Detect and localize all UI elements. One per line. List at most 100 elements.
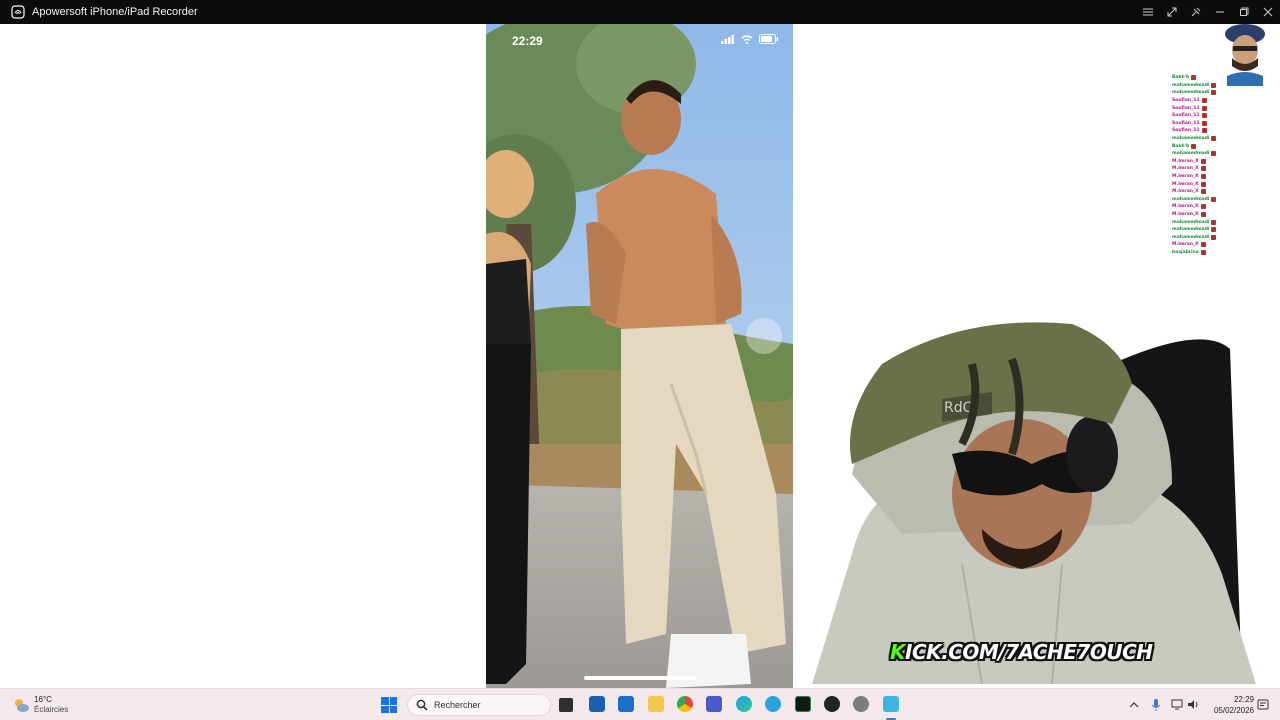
battery-icon (759, 34, 778, 44)
chat-username: mohamedmadi (1172, 82, 1210, 88)
terminal-icon[interactable] (795, 696, 811, 712)
weather-description: Éclaircies (34, 705, 69, 714)
windows-start-icon[interactable] (381, 697, 397, 713)
emote-icon (1211, 151, 1217, 157)
chat-username: Soufian_11 (1172, 128, 1200, 134)
chat-username: Soufian_11 (1172, 120, 1200, 126)
chat-message: bosjabrina (1172, 249, 1272, 257)
emote-icon (1200, 211, 1206, 217)
emote-icon (1200, 242, 1206, 248)
chat-username: M.Imran_X (1172, 181, 1199, 187)
chat-message: Soufian_11 (1172, 120, 1272, 128)
cellular-signal-icon (721, 34, 734, 44)
chat-username: M.Imran_X (1172, 204, 1199, 210)
chat-message: mohamedmadi (1172, 226, 1272, 234)
search-icon (416, 699, 428, 711)
channel-banner: KICK.COM/7ACHE7OUCH (890, 640, 1153, 664)
chat-message: M.Imran_X (1172, 203, 1272, 211)
settings-gear-icon[interactable] (853, 696, 869, 712)
recorder-icon (11, 5, 25, 19)
chat-message: M.Imran_X (1172, 165, 1272, 173)
stream-chat: Bakh'b mohamedmadi mohamedmadi Soufian_11 So… (1172, 74, 1272, 256)
chat-username: mohamedmadi (1172, 227, 1210, 233)
chat-message: M.Imran_X (1172, 241, 1272, 249)
window-title: Apowersoft iPhone/iPad Recorder (32, 6, 198, 18)
phone-clock: 22:29 (512, 34, 543, 48)
emote-icon (1200, 189, 1206, 195)
chat-message: mohamedmadi (1172, 233, 1272, 241)
emote-icon (1200, 174, 1206, 180)
telegram-icon[interactable] (765, 696, 781, 712)
emote-icon (1211, 90, 1217, 96)
chat-username: Soufian_11 (1172, 113, 1200, 119)
network-icon[interactable] (1171, 699, 1183, 710)
obs-icon[interactable] (824, 696, 840, 712)
chat-username: M.Imran_X (1172, 166, 1199, 172)
calculator-icon[interactable] (589, 696, 605, 712)
chat-message: Soufian_11 (1172, 112, 1272, 120)
taskbar: 16°C Éclaircies Rechercher 22:29 05/02/2… (0, 688, 1280, 720)
taskbar-clock[interactable]: 22:29 05/02/2026 (1206, 694, 1254, 716)
chat-message: M.Imran_X (1172, 173, 1272, 181)
fullscreen-icon[interactable] (1160, 0, 1184, 24)
edge-icon[interactable] (736, 696, 752, 712)
teams-icon[interactable] (706, 696, 722, 712)
title-bar: Apowersoft iPhone/iPad Recorder (0, 0, 1280, 24)
emote-icon (1200, 181, 1206, 187)
clock-date: 05/02/2026 (1213, 706, 1254, 715)
recorder-canvas: 22:29 Bakh'b mohamedmadi mohamedmadi Sou… (0, 24, 1280, 688)
emote-icon (1191, 143, 1197, 149)
pin-icon[interactable] (1184, 0, 1208, 24)
emote-icon (1211, 234, 1217, 240)
emote-icon (1211, 227, 1217, 233)
emote-icon (1200, 158, 1206, 164)
taskbar-search[interactable]: Rechercher (407, 694, 551, 716)
chat-message: mohamedmadi (1172, 82, 1272, 90)
chat-message: Bakh'b (1172, 142, 1272, 150)
list-icon[interactable] (1136, 0, 1160, 24)
chat-username: M.Imran_X (1172, 211, 1199, 217)
task-view-icon[interactable] (559, 698, 573, 712)
emote-icon (1201, 105, 1207, 111)
emote-icon (1200, 204, 1206, 210)
emote-icon (1201, 98, 1207, 104)
chat-username: M.Imran_X (1172, 242, 1199, 248)
chat-username: M.Imran_X (1172, 174, 1199, 180)
chrome-icon[interactable] (677, 696, 693, 712)
weather-temperature: 16°C (34, 695, 52, 704)
webcam-feed: RdC (812, 322, 1256, 684)
video-frame (486, 24, 793, 688)
chat-username: bosjabrina (1172, 249, 1199, 255)
emote-icon (1200, 249, 1206, 255)
chevron-up-icon[interactable] (1129, 700, 1139, 710)
emote-icon (1211, 219, 1217, 225)
emote-icon (1211, 136, 1217, 142)
weather-widget[interactable]: 16°C Éclaircies (12, 695, 68, 715)
outlook-icon[interactable] (618, 696, 634, 712)
clock-time: 22:29 (1233, 695, 1254, 704)
chat-username: mohamedmadi (1172, 136, 1210, 142)
chat-message: mohamedmadi (1172, 218, 1272, 226)
recorder-taskbar-icon[interactable] (883, 696, 899, 712)
chat-message: M.Imran_X (1172, 211, 1272, 219)
chat-username: Soufian_11 (1172, 98, 1200, 104)
chat-message: M.Imran_X (1172, 188, 1272, 196)
microphone-icon[interactable] (1151, 698, 1161, 712)
search-placeholder: Rechercher (434, 700, 481, 710)
emote-icon (1201, 128, 1207, 134)
volume-icon[interactable] (1187, 699, 1199, 710)
chat-message: Bakh'b (1172, 74, 1272, 82)
chat-message: mohamedmadi (1172, 89, 1272, 97)
emote-icon (1191, 75, 1197, 81)
chat-username: mohamedmadi (1172, 90, 1210, 96)
notification-icon[interactable] (1257, 699, 1269, 711)
chat-message: M.Imran_X (1172, 180, 1272, 188)
chat-username: mohamedmadi (1172, 219, 1210, 225)
file-explorer-icon[interactable] (648, 696, 664, 712)
emote-icon (1211, 196, 1217, 202)
chat-message: mohamedmadi (1172, 135, 1272, 143)
chat-username: mohamedmadi (1172, 196, 1210, 202)
chat-username: Bakh'b (1172, 75, 1190, 81)
chat-username: M.Imran_X (1172, 189, 1199, 195)
svg-text:RdC: RdC (944, 400, 973, 416)
